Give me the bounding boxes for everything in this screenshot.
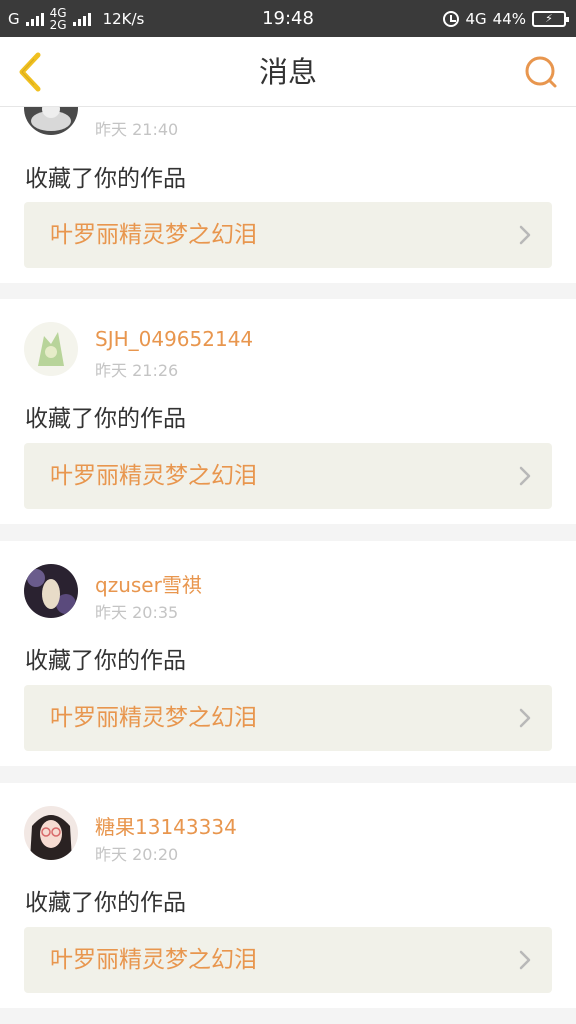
list-item: SJH_049652144 昨天 21:26 收藏了你的作品 叶罗丽精灵梦之幻泪 [0,299,576,524]
nav-bar: 消息 [0,37,576,107]
list-item: 昨天 21:40 收藏了你的作品 叶罗丽精灵梦之幻泪 [0,107,576,283]
work-link[interactable]: 叶罗丽精灵梦之幻泪 [24,685,552,751]
avatar[interactable] [24,322,78,376]
message-list[interactable]: 昨天 21:40 收藏了你的作品 叶罗丽精灵梦之幻泪 SJH_049652144… [0,107,576,1024]
work-title: 叶罗丽精灵梦之幻泪 [50,705,257,731]
username[interactable]: qzuser雪祺 [95,569,202,598]
work-link[interactable]: 叶罗丽精灵梦之幻泪 [24,443,552,509]
work-title: 叶罗丽精灵梦之幻泪 [50,947,257,973]
search-button[interactable] [520,51,562,93]
avatar[interactable] [24,107,78,135]
status-bar-right: 4G 44% ⚡ [443,0,569,37]
chevron-right-icon [519,708,531,728]
work-title: 叶罗丽精灵梦之幻泪 [50,222,257,248]
page-title: 消息 [258,55,317,89]
list-item: 糖果13143334 昨天 20:20 收藏了你的作品 叶罗丽精灵梦之幻泪 [0,783,576,1008]
work-title: 叶罗丽精灵梦之幻泪 [50,463,257,489]
work-link[interactable]: 叶罗丽精灵梦之幻泪 [24,927,552,993]
battery-percent: 44% [492,9,526,28]
action-text: 收藏了你的作品 [25,406,186,432]
chevron-right-icon [519,466,531,486]
action-text: 收藏了你的作品 [25,890,186,916]
avatar[interactable] [24,564,78,618]
message-time: 昨天 20:20 [95,845,179,864]
back-button[interactable] [12,49,56,95]
battery-icon: ⚡ [532,10,569,27]
search-icon [525,56,557,88]
username[interactable]: 糖果13143334 [95,811,237,840]
message-time: 昨天 21:40 [95,120,179,139]
chevron-left-icon [19,52,41,92]
alarm-icon [443,10,460,27]
chevron-right-icon [519,225,531,245]
action-text: 收藏了你的作品 [25,166,186,192]
status-bar: G 4G 2G 12K/s 19:48 4G 44% ⚡ [0,0,576,37]
avatar[interactable] [24,806,78,860]
network-right-label: 4G [465,9,487,28]
message-time: 昨天 20:35 [95,603,179,622]
chevron-right-icon [519,950,531,970]
action-text: 收藏了你的作品 [25,648,186,674]
work-link[interactable]: 叶罗丽精灵梦之幻泪 [24,202,552,268]
message-time: 昨天 21:26 [95,361,179,380]
username[interactable]: SJH_049652144 [95,327,253,351]
list-item: qzuser雪祺 昨天 20:35 收藏了你的作品 叶罗丽精灵梦之幻泪 [0,541,576,766]
